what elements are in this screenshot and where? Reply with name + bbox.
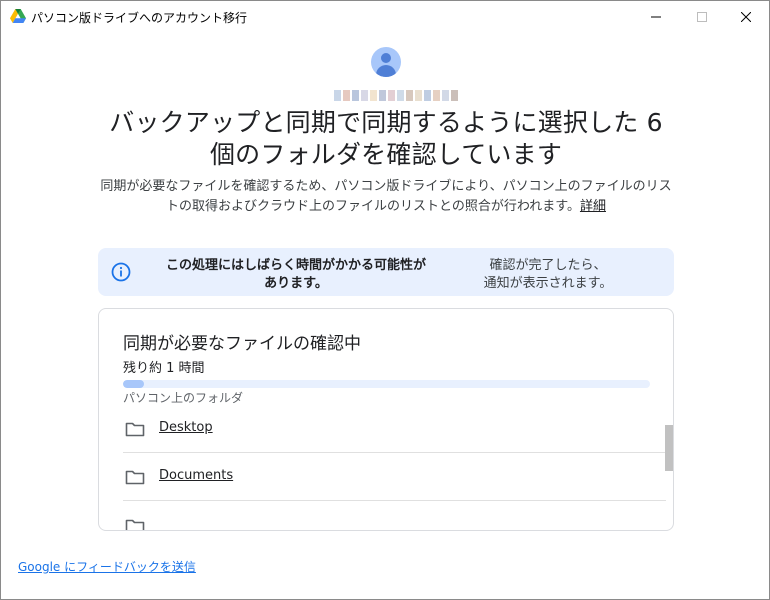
progress-bar — [123, 380, 650, 388]
maximize-icon — [697, 11, 707, 22]
details-link[interactable]: 詳細 — [580, 199, 606, 214]
list-item: Desktop — [123, 405, 666, 453]
card-title: 同期が必要なファイルの確認中 — [123, 334, 361, 354]
maximize-button[interactable] — [679, 1, 725, 32]
close-button[interactable] — [723, 1, 769, 32]
time-remaining: 残り約 1 時間 — [123, 361, 205, 376]
account-avatar-icon — [371, 47, 401, 77]
minimize-icon — [651, 16, 661, 17]
window-title: パソコン版ドライブへのアカウント移行 — [31, 11, 248, 25]
info-warning-text: この処理にはしばらく時間がかかる可能性が あります。 — [165, 258, 426, 291]
title-bar: パソコン版ドライブへのアカウント移行 — [1, 1, 769, 33]
section-label: パソコン上のフォルダ — [123, 391, 244, 405]
feedback-link[interactable]: Google にフィードバックを送信 — [18, 558, 196, 575]
account-email-redacted — [334, 90, 458, 101]
progress-card: 同期が必要なファイルの確認中 残り約 1 時間 パソコン上のフォルダ Deskt… — [98, 308, 674, 531]
page-title: バックアップと同期で同期するように選択した 6 個のフォルダを確認しています — [109, 108, 663, 169]
scrollbar-thumb[interactable] — [665, 425, 673, 471]
list-item: Documents — [123, 453, 666, 501]
folder-icon — [125, 519, 145, 530]
info-icon — [111, 262, 131, 282]
folder-list: Desktop Documents — [123, 405, 666, 530]
google-drive-icon — [10, 9, 26, 23]
folder-icon — [125, 422, 145, 437]
minimize-button[interactable] — [633, 1, 679, 32]
info-note-text: 確認が完了したら、 通知が表示されます。 — [483, 258, 613, 291]
list-item — [123, 501, 666, 530]
folder-link-desktop[interactable]: Desktop — [159, 420, 213, 435]
folder-icon — [125, 470, 145, 485]
description-text: 同期が必要なファイルを確認するため、パソコン版ドライブにより、パソコン上のファイ… — [100, 179, 672, 214]
close-icon — [741, 11, 751, 22]
info-banner: この処理にはしばらく時間がかかる可能性が あります。 確認が完了したら、 通知が… — [98, 248, 674, 296]
progress-fill — [123, 380, 145, 388]
folder-link-documents[interactable]: Documents — [159, 468, 233, 483]
app-window: パソコン版ドライブへのアカウント移行 バックアップと同期で同期するように選択した… — [0, 0, 770, 600]
